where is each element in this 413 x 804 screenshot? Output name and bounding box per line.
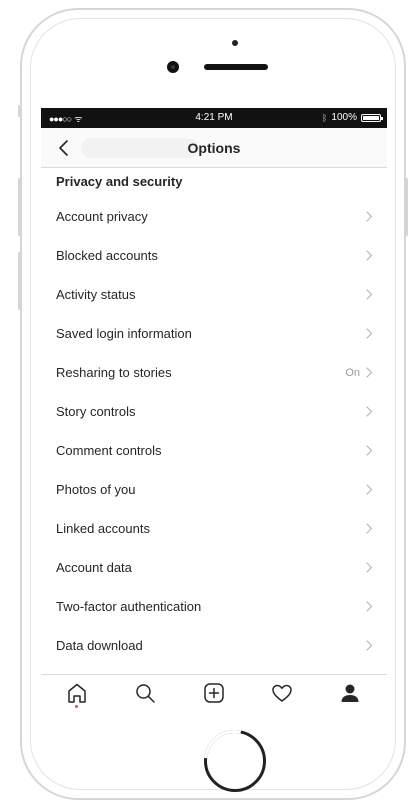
settings-row[interactable]: Blocked accounts	[41, 236, 387, 275]
settings-row-value: On	[345, 366, 360, 379]
settings-row-accessory	[360, 289, 373, 300]
settings-row-label: Comment controls	[56, 443, 162, 458]
settings-row-accessory	[360, 250, 373, 261]
settings-row-accessory	[360, 601, 373, 612]
chevron-right-icon	[366, 250, 373, 261]
power-button[interactable]	[406, 178, 408, 236]
search-icon	[136, 684, 155, 703]
settings-row[interactable]: Account privacy	[41, 197, 387, 236]
section-header-privacy: Privacy and security	[56, 174, 183, 189]
settings-row-label: Account data	[56, 560, 132, 575]
settings-row[interactable]: Photos of you	[41, 470, 387, 509]
chevron-right-icon	[366, 328, 373, 339]
chevron-right-icon	[366, 211, 373, 222]
settings-row-accessory	[360, 562, 373, 573]
home-button[interactable]	[204, 730, 266, 792]
settings-row-label: Activity status	[56, 287, 136, 302]
settings-row-label: Data download	[56, 638, 143, 653]
settings-row-accessory	[360, 211, 373, 222]
earpiece-speaker	[204, 64, 268, 70]
settings-row[interactable]: Account data	[41, 548, 387, 587]
settings-row-accessory	[360, 484, 373, 495]
tab-new-post[interactable]	[202, 681, 226, 705]
settings-row[interactable]: Data download	[41, 626, 387, 665]
tab-profile[interactable]	[338, 681, 362, 705]
settings-row-label: Photos of you	[56, 482, 136, 497]
chevron-right-icon	[366, 367, 373, 378]
settings-row-accessory	[360, 523, 373, 534]
front-camera	[167, 61, 179, 73]
settings-row-accessory	[360, 445, 373, 456]
chevron-right-icon	[366, 640, 373, 651]
chevron-right-icon	[366, 445, 373, 456]
settings-row-label: Two-factor authentication	[56, 599, 202, 614]
volume-up-button[interactable]	[18, 178, 20, 236]
settings-row-label: Account privacy	[56, 209, 148, 224]
navigation-bar: Options	[41, 128, 387, 168]
settings-row-label: Story controls	[56, 404, 136, 419]
bluetooth-icon: ᛒ	[322, 112, 328, 123]
battery-icon	[361, 113, 383, 122]
tab-bar	[41, 674, 387, 710]
settings-row[interactable]: Linked accounts	[41, 509, 387, 548]
settings-row-accessory: On	[345, 367, 373, 379]
settings-row[interactable]: Story controls	[41, 392, 387, 431]
settings-row-label: Saved login information	[56, 326, 192, 341]
chevron-right-icon	[366, 484, 373, 495]
proximity-sensor	[232, 40, 238, 46]
settings-row-label: Blocked accounts	[56, 248, 158, 263]
settings-row[interactable]: Activity status	[41, 275, 387, 314]
app-screen: ●●●○○ ᯤ 4:21 PM ᛒ 100% Options Privacy a…	[41, 108, 387, 710]
settings-row[interactable]: Comment controls	[41, 431, 387, 470]
settings-row[interactable]: Saved login information	[41, 314, 387, 353]
heart-icon	[272, 684, 292, 702]
home-icon	[68, 683, 86, 703]
battery-percentage: 100%	[331, 112, 357, 123]
settings-row[interactable]: Two-factor authentication	[41, 587, 387, 626]
chevron-right-icon	[366, 289, 373, 300]
settings-row-accessory	[360, 328, 373, 339]
chevron-right-icon	[366, 562, 373, 573]
settings-list: Privacy and security Account privacy Bloc…	[41, 168, 387, 665]
profile-icon	[341, 684, 359, 702]
chevron-right-icon	[366, 523, 373, 534]
volume-down-button[interactable]	[18, 252, 20, 310]
settings-row-label: Resharing to stories	[56, 365, 172, 380]
chevron-right-icon	[366, 406, 373, 417]
mute-switch[interactable]	[18, 105, 20, 117]
settings-row-accessory	[360, 406, 373, 417]
notification-dot	[75, 705, 78, 708]
settings-row-accessory	[360, 640, 373, 651]
settings-row-label: Linked accounts	[56, 521, 150, 536]
page-title: Options	[187, 140, 241, 156]
settings-rows: Account privacy Blocked accounts Activity …	[41, 197, 387, 665]
add-post-icon	[204, 683, 224, 703]
status-bar: ●●●○○ ᯤ 4:21 PM ᛒ 100%	[41, 108, 387, 128]
tab-search[interactable]	[133, 681, 157, 705]
chevron-right-icon	[366, 601, 373, 612]
tab-home[interactable]	[65, 681, 89, 708]
settings-row[interactable]: Resharing to stories On	[41, 353, 387, 392]
tab-activity[interactable]	[270, 681, 294, 705]
